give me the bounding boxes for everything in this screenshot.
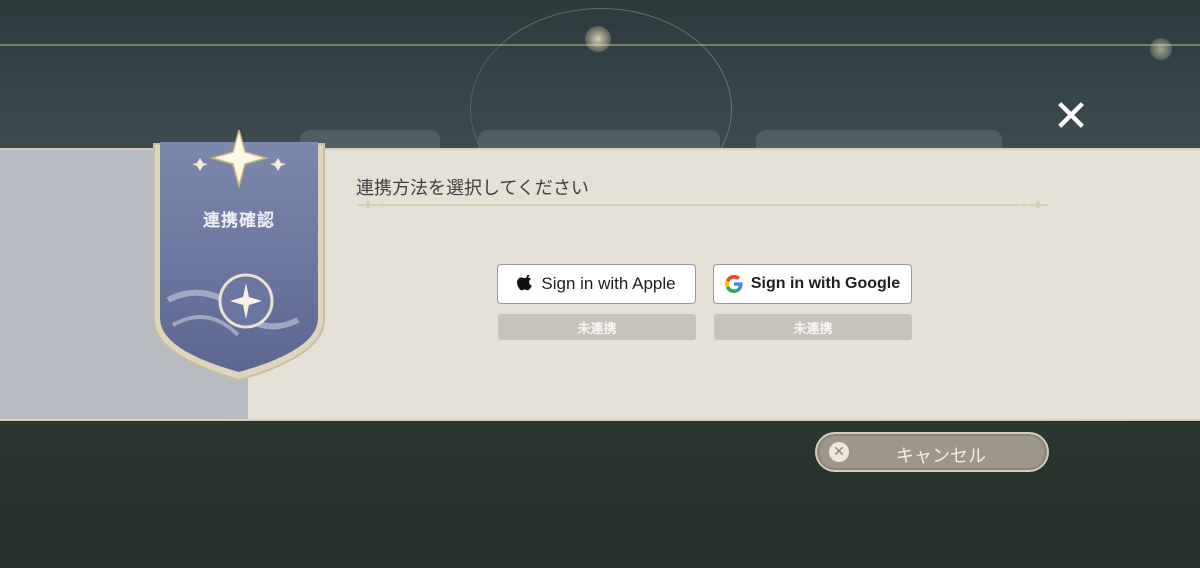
close-icon[interactable]: ✕ [1051, 95, 1091, 139]
emblem: 連携確認 [148, 127, 330, 399]
apple-icon [517, 275, 533, 291]
background-tab [756, 130, 1002, 150]
cancel-label: キャンセル [896, 446, 986, 467]
google-link-status: 未連携 [714, 314, 912, 340]
sign-in-with-apple-button[interactable]: Sign in with Apple [497, 264, 696, 304]
apple-link-status: 未連携 [498, 314, 696, 340]
cancel-button[interactable]: ✕ キャンセル [815, 432, 1049, 472]
dialog-heading: 連携方法を選択してください [356, 178, 589, 199]
background-light [585, 26, 611, 52]
sign-in-with-google-button[interactable]: Sign in with Google [713, 264, 912, 304]
apple-button-label: Sign in with Apple [541, 274, 676, 293]
emblem-title: 連携確認 [203, 211, 275, 231]
google-button-label: Sign in with Google [750, 275, 901, 292]
background-light [1150, 38, 1172, 60]
heading-divider [358, 200, 1048, 210]
emblem-graphic [153, 127, 325, 399]
google-icon [724, 275, 743, 293]
background-tab [478, 130, 720, 150]
